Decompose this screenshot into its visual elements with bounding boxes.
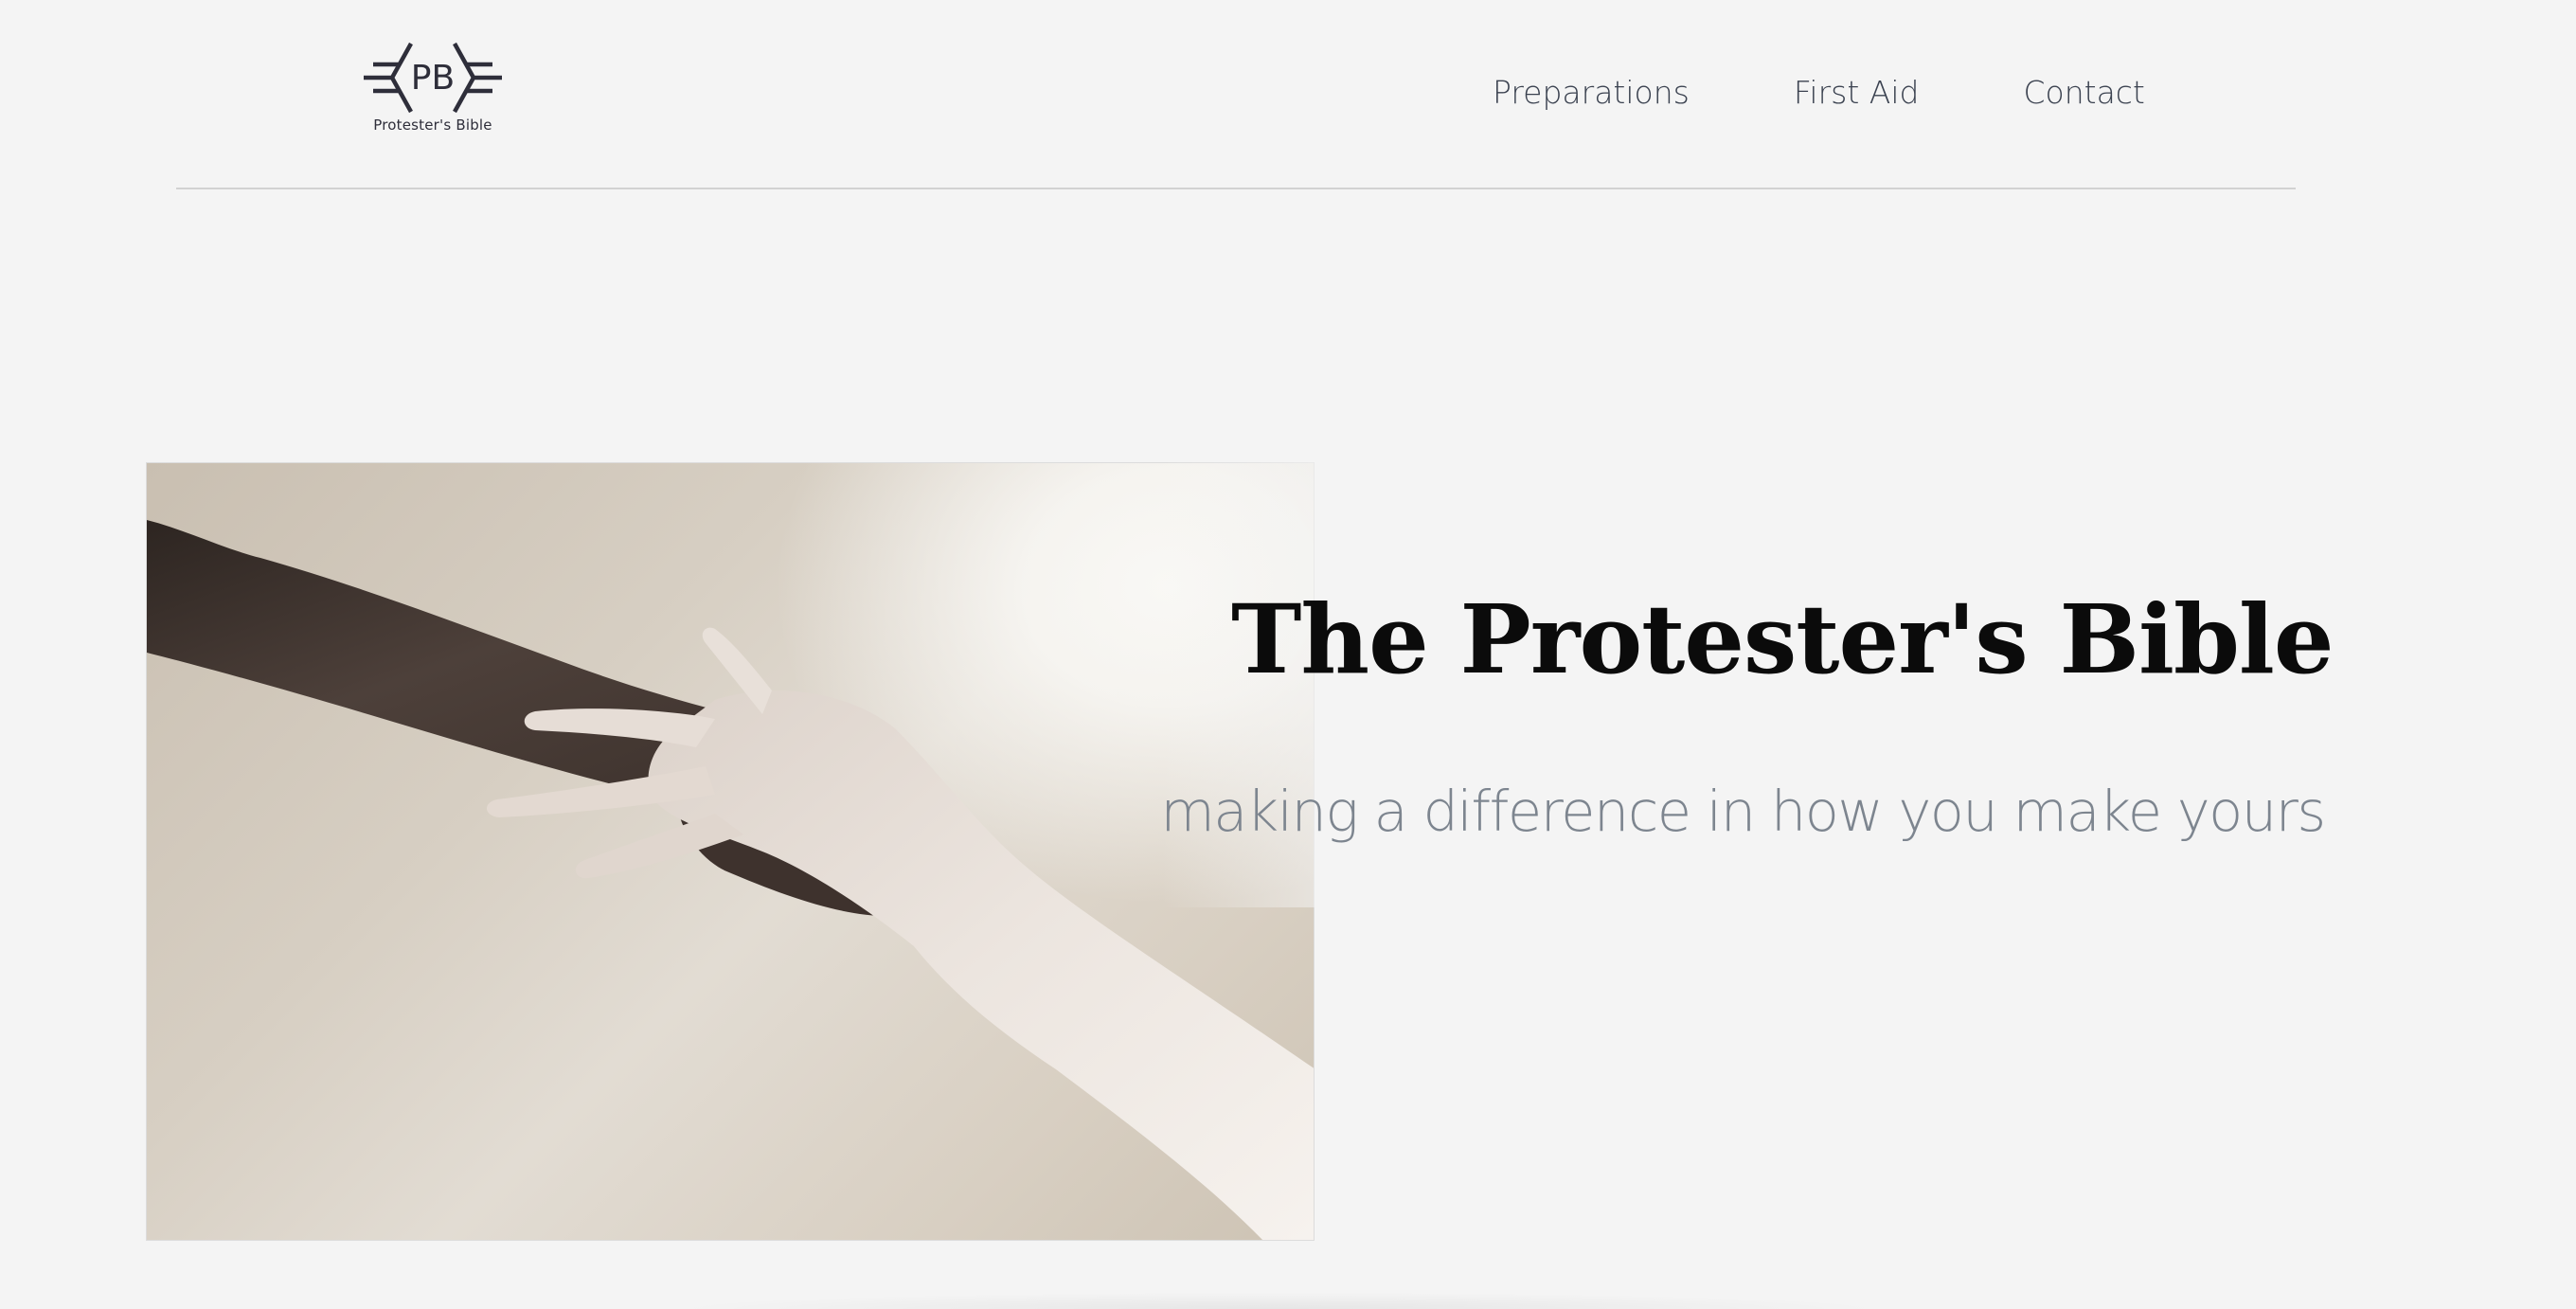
- hero-title: The Protester's Bible: [1231, 583, 2334, 695]
- header-divider: [176, 188, 2296, 189]
- site-logo[interactable]: PB Protester's Bible: [362, 42, 504, 140]
- logo-caption: Protester's Bible: [373, 117, 492, 134]
- logo-monogram: PB: [411, 59, 455, 98]
- main-nav: Preparations First Aid Contact: [1493, 72, 2145, 114]
- nav-link-first-aid[interactable]: First Aid: [1794, 72, 1920, 114]
- site-header: PB Protester's Bible Preparations First …: [0, 0, 2576, 189]
- section-shadow: [663, 1292, 1894, 1309]
- pb-logo-icon: PB: [364, 42, 502, 114]
- hero-subtitle: making a difference in how you make your…: [1160, 779, 2326, 844]
- nav-link-preparations[interactable]: Preparations: [1493, 72, 1690, 114]
- nav-link-contact[interactable]: Contact: [2023, 72, 2144, 114]
